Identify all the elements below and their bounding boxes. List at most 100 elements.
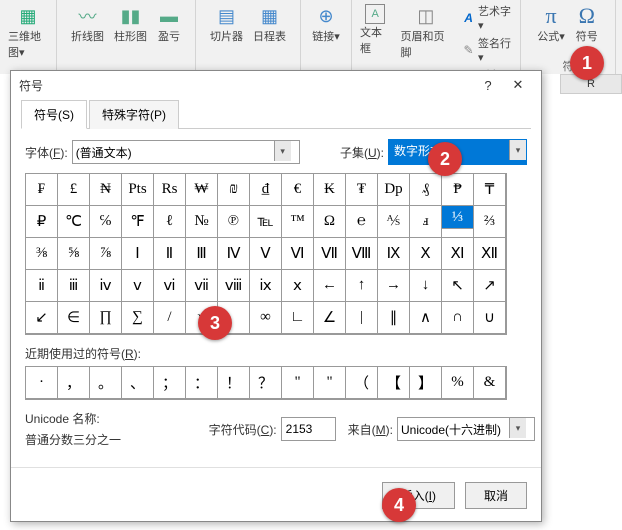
recent-symbol-cell[interactable]: ！ (217, 366, 250, 399)
symbol-cell[interactable]: ₫ (249, 173, 282, 206)
symbol-cell[interactable]: ⅳ (89, 269, 122, 302)
tab-special-chars[interactable]: 特殊字符(P) (89, 100, 179, 129)
symbol-cell[interactable]: Ⅰ (121, 237, 154, 270)
ribbon-timeline-button[interactable]: ▦日程表 (249, 2, 290, 46)
symbol-cell[interactable]: ₣ (25, 173, 58, 206)
recent-symbol-cell[interactable]: ？ (249, 366, 282, 399)
cancel-button[interactable]: 取消 (465, 482, 527, 509)
recent-symbol-cell[interactable]: ； (153, 366, 186, 399)
symbol-cell[interactable]: ∏ (89, 301, 122, 334)
font-select[interactable] (72, 140, 300, 164)
symbol-cell[interactable]: ⅹ (281, 269, 314, 302)
symbol-cell[interactable]: ∥ (377, 301, 410, 334)
recent-symbol-cell[interactable]: % (441, 366, 474, 399)
recent-symbol-cell[interactable]: · (25, 366, 58, 399)
symbol-cell[interactable]: ℮ (345, 205, 378, 238)
charcode-input[interactable] (281, 417, 336, 441)
symbol-cell[interactable]: ↖ (441, 269, 474, 302)
symbol-cell[interactable]: Ⅺ (441, 237, 474, 270)
symbol-cell[interactable]: | (345, 301, 378, 334)
symbol-cell[interactable]: ⅵ (153, 269, 186, 302)
symbol-cell[interactable]: Ω (313, 205, 346, 238)
ribbon-sparkline-column[interactable]: ▮▮柱形图 (110, 2, 151, 46)
symbol-cell[interactable]: € (281, 173, 314, 206)
symbol-cell[interactable]: ∠ (313, 301, 346, 334)
symbol-cell[interactable]: ₰ (409, 173, 442, 206)
symbol-cell[interactable]: ↓ (409, 269, 442, 302)
symbol-cell[interactable]: Ⅱ (153, 237, 186, 270)
symbol-cell[interactable]: ∑ (121, 301, 154, 334)
symbol-cell[interactable]: £ (57, 173, 90, 206)
symbol-cell[interactable]: ℡ (249, 205, 282, 238)
symbol-cell[interactable]: ← (313, 269, 346, 302)
recent-symbol-cell[interactable]: & (473, 366, 506, 399)
recent-symbol-cell[interactable]: 、 (121, 366, 154, 399)
symbol-cell[interactable]: ₽ (25, 205, 58, 238)
ribbon-equation-button[interactable]: π公式▾ (533, 2, 569, 46)
symbol-cell[interactable]: ₱ (441, 173, 474, 206)
symbol-cell[interactable]: ₸ (473, 173, 506, 206)
symbol-cell[interactable]: Ⅳ (217, 237, 250, 270)
recent-symbol-cell[interactable]: " (281, 366, 314, 399)
dialog-close-button[interactable]: ✕ (503, 73, 533, 97)
symbol-cell[interactable]: ℗ (217, 205, 250, 238)
recent-symbol-cell[interactable]: 】 (409, 366, 442, 399)
symbol-cell[interactable]: ₪ (217, 173, 250, 206)
symbol-cell[interactable]: ⅝ (57, 237, 90, 270)
symbol-cell[interactable]: ⅴ (121, 269, 154, 302)
recent-symbol-cell[interactable]: ： (185, 366, 218, 399)
symbol-cell[interactable]: ∟ (281, 301, 314, 334)
symbol-cell[interactable]: ∧ (409, 301, 442, 334)
ribbon-slicer-button[interactable]: ▤切片器 (206, 2, 247, 46)
symbol-cell[interactable]: ₩ (185, 173, 218, 206)
symbol-cell[interactable]: ₦ (89, 173, 122, 206)
symbol-cell[interactable]: ⅲ (57, 269, 90, 302)
symbol-cell[interactable]: ⅱ (25, 269, 58, 302)
recent-symbol-cell[interactable]: （ (345, 366, 378, 399)
symbol-cell[interactable]: Ⅹ (409, 237, 442, 270)
symbol-cell[interactable]: ™ (281, 205, 314, 238)
symbol-cell[interactable]: ⅍ (377, 205, 410, 238)
symbol-cell[interactable]: Ⅲ (185, 237, 218, 270)
tab-symbol[interactable]: 符号(S) (21, 100, 87, 129)
ribbon-sparkline-winloss[interactable]: ▬盈亏 (153, 2, 185, 46)
from-select[interactable] (397, 417, 535, 441)
recent-symbol-cell[interactable]: " (313, 366, 346, 399)
symbol-cell[interactable]: ∞ (249, 301, 282, 334)
symbol-cell[interactable]: ⅓ (441, 205, 474, 229)
symbol-cell[interactable]: ℅ (89, 205, 122, 238)
ribbon-sparkline-line[interactable]: 〰折线图 (67, 2, 108, 46)
ribbon-signature-button[interactable]: ✎签名行▾ (459, 34, 516, 65)
recent-symbol-cell[interactable]: ， (57, 366, 90, 399)
symbol-cell[interactable]: Ⅶ (313, 237, 346, 270)
symbol-cell[interactable]: ℓ (153, 205, 186, 238)
ribbon-3dmap-button[interactable]: ▦三维地图▾ (4, 2, 52, 62)
symbol-cell[interactable]: / (153, 301, 186, 334)
symbol-cell[interactable]: ℉ (121, 205, 154, 238)
symbol-cell[interactable]: ↑ (345, 269, 378, 302)
symbol-cell[interactable]: Dp (377, 173, 410, 206)
symbol-cell[interactable]: ⅸ (249, 269, 282, 302)
dialog-help-button[interactable]: ? (473, 73, 503, 97)
symbol-cell[interactable]: Pts (121, 173, 154, 206)
symbol-cell[interactable]: ∩ (441, 301, 474, 334)
symbol-cell[interactable]: Ⅵ (281, 237, 314, 270)
symbol-cell[interactable]: ₭ (313, 173, 346, 206)
symbol-cell[interactable]: № (185, 205, 218, 238)
recent-symbol-cell[interactable]: 【 (377, 366, 410, 399)
symbol-cell[interactable]: Ⅻ (473, 237, 506, 270)
symbol-cell[interactable]: Rs (153, 173, 186, 206)
symbol-cell[interactable]: ∪ (473, 301, 506, 334)
symbol-cell[interactable]: → (377, 269, 410, 302)
symbol-cell[interactable]: ₮ (345, 173, 378, 206)
symbol-cell[interactable]: ⅜ (25, 237, 58, 270)
symbol-cell[interactable]: ↙ (25, 301, 58, 334)
recent-symbol-cell[interactable]: 。 (89, 366, 122, 399)
symbol-cell[interactable]: ∈ (57, 301, 90, 334)
symbol-cell[interactable]: Ⅷ (345, 237, 378, 270)
ribbon-wordart-button[interactable]: A艺术字▾ (459, 2, 516, 33)
symbol-cell[interactable]: ⅎ (409, 205, 442, 238)
symbol-cell[interactable]: Ⅴ (249, 237, 282, 270)
symbol-cell[interactable]: ⅔ (473, 205, 506, 238)
symbol-cell[interactable]: ℃ (57, 205, 90, 238)
